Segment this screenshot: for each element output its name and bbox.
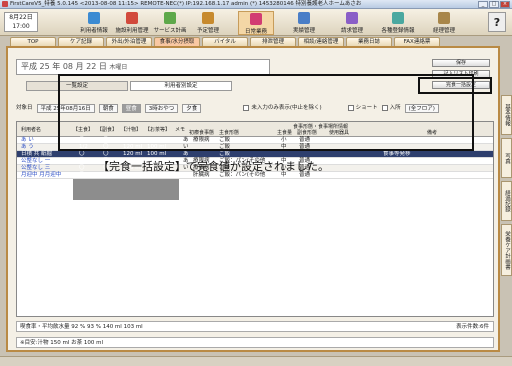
close-button[interactable]: × [500, 1, 510, 8]
main-toolbar: 8月22日 17:00 利用者情報 施設利用管理 サービス計画 予定管理 日常業… [0, 9, 512, 36]
highlight-rectangle [58, 74, 474, 151]
tab-fax[interactable]: FAX連絡票 [394, 37, 440, 46]
window-title: FirstCareV5_特養 5.0.145 <2013-08-08 11:15… [10, 1, 362, 7]
user-info-icon [88, 12, 100, 24]
summary-text: 喫食率・平均飲水量 92 % 93 % 140 ml 103 ml [20, 324, 143, 330]
toolbar-facility[interactable]: 施設利用管理 [114, 11, 150, 35]
tab-care-record[interactable]: ケア記録 [58, 37, 104, 46]
side-tab-progress[interactable]: 経過記録 [501, 181, 512, 221]
toolbar-accounting[interactable]: 経理管理 [426, 11, 462, 35]
toolbar-daily-work[interactable]: 日常業務 [238, 11, 274, 35]
target-text: ※目安:汁物 150 ml お茶 100 ml [20, 340, 103, 346]
help-button[interactable]: ? [488, 12, 506, 32]
minimize-button[interactable]: _ [478, 1, 488, 8]
current-date: 平成 25 年 08 月 22 日 木曜日 [16, 59, 270, 75]
toolbar-service-plan[interactable]: サービス計画 [152, 11, 188, 35]
side-tab-basic[interactable]: 基本情報 [501, 95, 512, 135]
target-date-label: 対象日 [16, 105, 33, 111]
registration-icon [392, 12, 404, 24]
billing-icon [346, 12, 358, 24]
summary-bar: 喫食率・平均飲水量 92 % 93 % 140 ml 103 ml 表示件数:6… [16, 321, 494, 332]
facility-icon [126, 12, 138, 24]
side-tab-photo[interactable]: 写真 [501, 138, 512, 178]
clock-date: 8月22日 [9, 14, 33, 21]
tab-outing[interactable]: 外出/外泊管理 [106, 37, 152, 46]
clock-time: 17:00 [12, 23, 30, 30]
side-tab-nutrition[interactable]: 栄養ケア計画書 [501, 224, 512, 276]
window-controls: _ □ × [478, 0, 510, 8]
clock-display: 8月22日 17:00 [4, 12, 38, 32]
table-row-selected[interactable]: 日積 共 紙掘 〇 〇 120 ml 100 ml あ ご飯 食事等発移 [17, 151, 493, 158]
results-icon [298, 12, 310, 24]
annotation-text: 【完食一括設定】で完食値が設定されました。 [98, 160, 329, 173]
app-icon [2, 1, 8, 7]
module-tabs: TOP ケア記録 外出/外泊管理 食事/水分摂取 バイタル 排泄管理 相談/連絡… [10, 37, 440, 46]
tab-top[interactable]: TOP [10, 37, 56, 46]
toolbar-user-info[interactable]: 利用者情報 [76, 11, 112, 35]
service-plan-icon [164, 12, 176, 24]
schedule-icon [202, 12, 214, 24]
tab-vital[interactable]: バイタル [202, 37, 248, 46]
tab-consult[interactable]: 相談/連絡管理 [298, 37, 344, 46]
tab-meal[interactable]: 食事/水分摂取 [154, 37, 200, 46]
maximize-button[interactable]: □ [489, 1, 499, 8]
accounting-icon [438, 12, 450, 24]
save-button[interactable]: 保存 [432, 59, 490, 67]
status-bar [0, 356, 512, 366]
tab-excretion[interactable]: 排泄管理 [250, 37, 296, 46]
tab-daily-log[interactable]: 業務日誌 [346, 37, 392, 46]
window-titlebar: FirstCareV5_特養 5.0.145 <2013-08-08 11:15… [0, 0, 512, 9]
toolbar-schedule[interactable]: 予定管理 [190, 11, 226, 35]
toolbar-registration[interactable]: 各種登録情報 [380, 11, 416, 35]
toolbar-results[interactable]: 実績管理 [286, 11, 322, 35]
record-count: 表示件数:6件 [456, 324, 489, 330]
daily-work-icon [250, 13, 262, 25]
side-tabs: 基本情報 写真 経過記録 栄養ケア計画書 [501, 95, 512, 279]
target-bar: ※目安:汁物 150 ml お茶 100 ml [16, 337, 494, 348]
toolbar-billing[interactable]: 請求管理 [334, 11, 370, 35]
